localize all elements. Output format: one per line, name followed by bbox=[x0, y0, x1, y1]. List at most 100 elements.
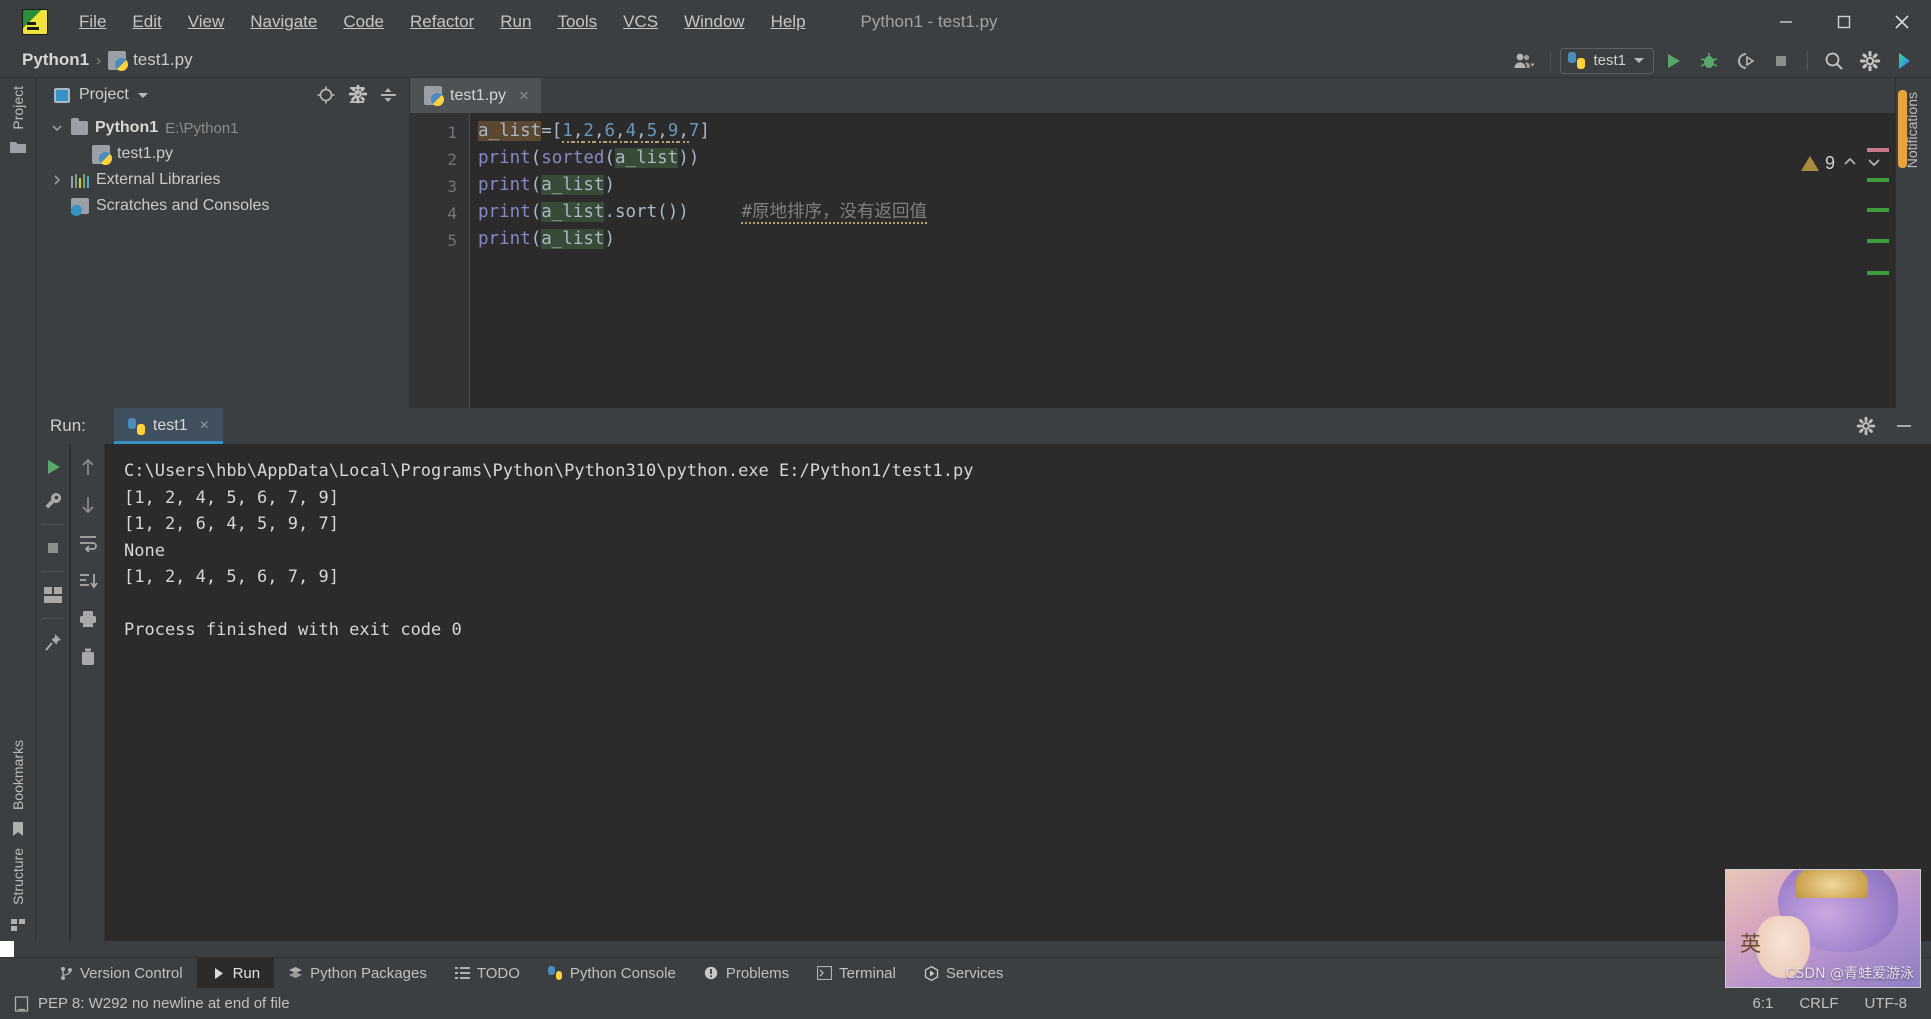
rail-item-structure[interactable]: Structure bbox=[10, 848, 26, 905]
stop-icon[interactable] bbox=[1764, 46, 1798, 76]
menu-navigate[interactable]: Navigate bbox=[237, 8, 330, 36]
minimize-icon[interactable] bbox=[1757, 0, 1815, 43]
menu-help[interactable]: Help bbox=[758, 8, 819, 36]
run-actions-secondary bbox=[71, 444, 105, 941]
caret-position[interactable]: 6:1 bbox=[1752, 995, 1773, 1012]
watermark-text: CSDN @青蛙爱游泳 bbox=[1785, 966, 1914, 982]
run-panel-header-actions bbox=[1849, 411, 1931, 441]
tab-todo[interactable]: TODO bbox=[441, 958, 534, 989]
tab-label: Python Console bbox=[569, 964, 676, 982]
tab-label: Terminal bbox=[839, 964, 896, 982]
pycharm-logo-icon bbox=[22, 8, 48, 35]
menu-refactor[interactable]: Refactor bbox=[397, 8, 487, 36]
code-editor[interactable]: 1 2 3 4 5 a_list=[1,2,6,4,5,9,7] print(s… bbox=[410, 113, 1931, 408]
menu-run[interactable]: Run bbox=[487, 8, 544, 36]
trash-icon[interactable] bbox=[77, 646, 99, 668]
inspection-summary[interactable]: 9 bbox=[1800, 153, 1883, 174]
stop-icon[interactable] bbox=[42, 537, 64, 559]
chevron-up-icon[interactable] bbox=[1841, 155, 1859, 173]
chevron-down-icon bbox=[1634, 58, 1644, 63]
tree-detail-python1: E:\Python1 bbox=[165, 119, 239, 137]
debug-icon[interactable] bbox=[1692, 46, 1726, 76]
hide-icon[interactable] bbox=[1887, 411, 1921, 441]
chevron-right-icon[interactable] bbox=[50, 173, 64, 187]
menu-edit[interactable]: Edit bbox=[119, 8, 174, 36]
menu-code[interactable]: Code bbox=[330, 8, 397, 36]
tree-row[interactable]: test1.py bbox=[36, 141, 409, 167]
close-icon[interactable]: × bbox=[200, 417, 209, 435]
run-tab-test1[interactable]: test1 × bbox=[113, 408, 223, 444]
inspection-marker[interactable] bbox=[1867, 208, 1889, 212]
inspection-marker[interactable] bbox=[1867, 271, 1889, 275]
tab-label: Services bbox=[945, 964, 1004, 982]
soft-wrap-icon[interactable] bbox=[77, 532, 99, 554]
tab-python-console[interactable]: Python Console bbox=[534, 958, 690, 989]
up-arrow-icon[interactable] bbox=[77, 456, 99, 478]
status-bar: PEP 8: W292 no newline at end of file 6:… bbox=[0, 988, 1931, 1019]
inspection-marker[interactable] bbox=[1867, 148, 1889, 152]
down-arrow-icon[interactable] bbox=[77, 494, 99, 516]
settings-icon[interactable] bbox=[1853, 46, 1887, 76]
menu-tools[interactable]: Tools bbox=[544, 8, 610, 36]
menu-view[interactable]: View bbox=[175, 8, 238, 36]
close-icon[interactable]: × bbox=[519, 86, 529, 106]
run-icon[interactable] bbox=[1656, 46, 1690, 76]
file-encoding[interactable]: UTF-8 bbox=[1865, 995, 1908, 1012]
rerun-icon[interactable] bbox=[42, 456, 64, 478]
notification-indicator bbox=[1898, 90, 1907, 168]
print-icon[interactable] bbox=[77, 608, 99, 630]
chevron-down-icon[interactable] bbox=[137, 92, 148, 98]
settings-icon[interactable] bbox=[1849, 411, 1883, 441]
bookmark-icon[interactable] bbox=[9, 820, 27, 838]
editor-tab-test1[interactable]: test1.py × bbox=[410, 78, 541, 113]
project-tree: Python1 E:\Python1 test1.py External Lib… bbox=[36, 112, 409, 219]
inspection-marker[interactable] bbox=[1867, 239, 1889, 243]
user-icon[interactable] bbox=[1507, 46, 1541, 76]
structure-icon[interactable] bbox=[9, 915, 27, 933]
rail-item-project[interactable]: Project bbox=[10, 86, 26, 130]
tree-row[interactable]: Scratches and Consoles bbox=[36, 193, 409, 219]
layout-icon[interactable] bbox=[42, 584, 64, 606]
project-tool-window: Project Python1 E:\Python1 test1.py Exte… bbox=[36, 78, 410, 408]
inspection-marker[interactable] bbox=[1867, 178, 1889, 182]
pin-icon[interactable] bbox=[42, 631, 64, 653]
rail-item-bookmarks[interactable]: Bookmarks bbox=[10, 740, 26, 810]
folder-icon[interactable] bbox=[9, 138, 27, 156]
breadcrumb-project[interactable]: Python1 bbox=[22, 50, 89, 70]
tree-label-python1: Python1 bbox=[95, 119, 159, 136]
menu-window[interactable]: Window bbox=[671, 8, 757, 36]
tree-label-scratches: Scratches and Consoles bbox=[96, 197, 270, 214]
tree-row[interactable]: External Libraries bbox=[36, 167, 409, 193]
tab-run[interactable]: Run bbox=[196, 957, 275, 989]
target-icon[interactable] bbox=[313, 82, 339, 108]
line-separator[interactable]: CRLF bbox=[1799, 995, 1838, 1012]
editor-settings-icon[interactable] bbox=[348, 84, 368, 109]
tree-row[interactable]: Python1 E:\Python1 bbox=[36, 115, 409, 141]
chevron-down-icon[interactable] bbox=[1865, 155, 1883, 173]
run-configuration-selector[interactable]: test1 bbox=[1560, 47, 1654, 74]
menu-vcs[interactable]: VCS bbox=[610, 8, 671, 36]
search-icon[interactable] bbox=[1817, 46, 1851, 76]
terminal-icon bbox=[817, 966, 833, 981]
divider bbox=[41, 524, 64, 525]
chevron-down-icon[interactable] bbox=[50, 121, 64, 135]
console-output[interactable]: C:\Users\hbb\AppData\Local\Programs\Pyth… bbox=[106, 444, 1931, 941]
scroll-to-end-icon[interactable] bbox=[77, 570, 99, 592]
menu-file[interactable]: File bbox=[66, 8, 119, 36]
coverage-icon[interactable] bbox=[1728, 46, 1762, 76]
tab-services[interactable]: Services bbox=[910, 958, 1018, 989]
tab-problems[interactable]: Problems bbox=[690, 958, 803, 989]
hide-panel-icon[interactable] bbox=[380, 86, 398, 109]
tab-python-packages[interactable]: Python Packages bbox=[274, 958, 441, 989]
breadcrumb-file[interactable]: test1.py bbox=[133, 50, 193, 70]
tab-terminal[interactable]: Terminal bbox=[803, 958, 910, 989]
tree-label-external-libraries: External Libraries bbox=[96, 171, 221, 188]
wrench-icon[interactable] bbox=[42, 490, 64, 512]
close-icon[interactable] bbox=[1873, 0, 1931, 43]
run-tool-window: Run: test1 × C:\Users\hbb\AppData\Local\… bbox=[36, 408, 1931, 941]
run-panel-header: Run: test1 × bbox=[36, 408, 1931, 444]
ide-feature-icon[interactable] bbox=[1889, 46, 1923, 76]
code-text[interactable]: a_list=[1,2,6,4,5,9,7] print(sorted(a_li… bbox=[470, 113, 1931, 408]
tab-version-control[interactable]: Version Control bbox=[44, 958, 197, 989]
maximize-icon[interactable] bbox=[1815, 0, 1873, 43]
